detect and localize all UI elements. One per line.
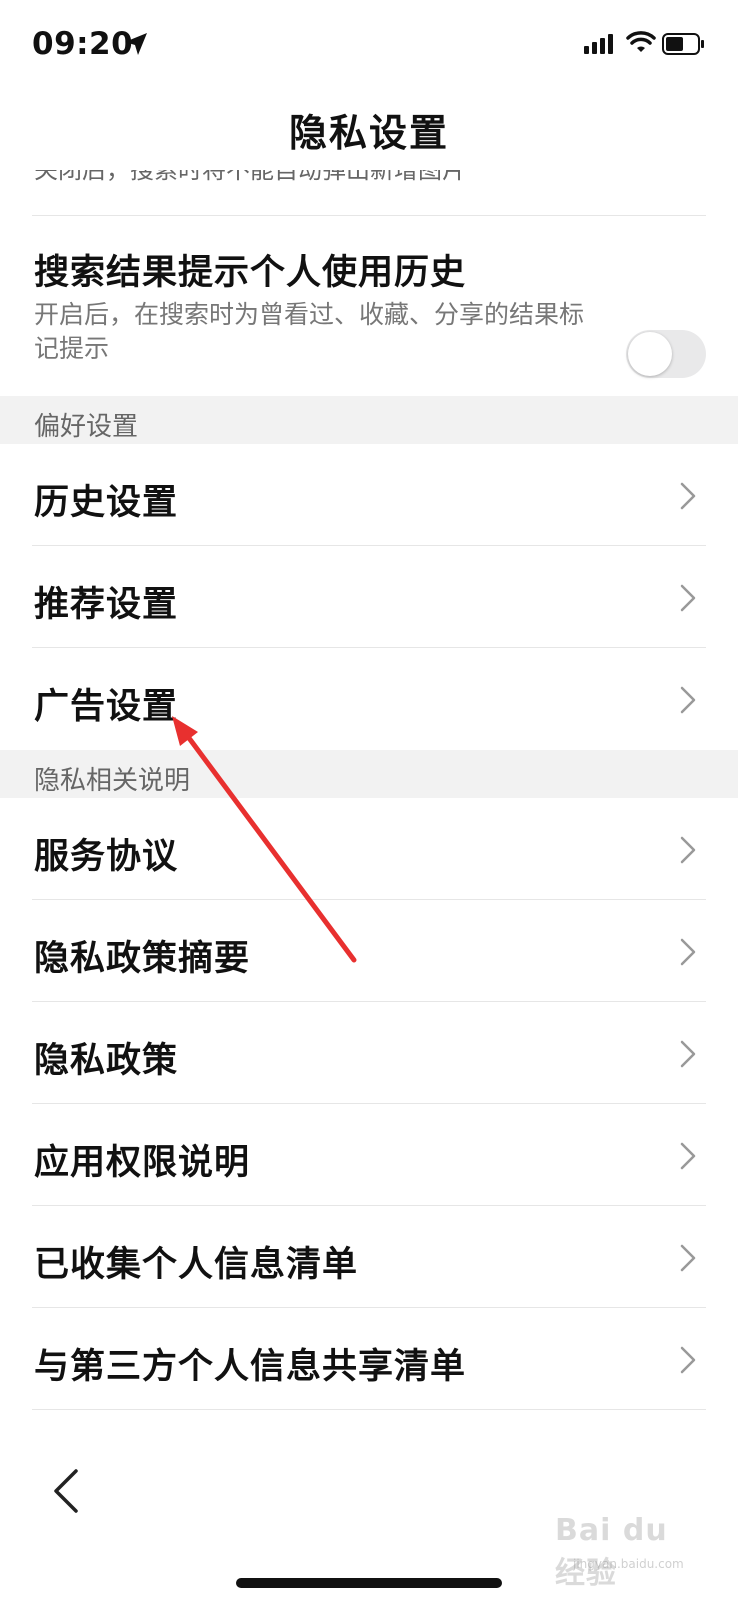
- watermark-text: Bai du 经验: [555, 1513, 668, 1591]
- row-label: 隐私政策: [34, 1041, 179, 1081]
- chevron-right-icon: [680, 938, 696, 966]
- row-app-permissions[interactable]: 应用权限说明: [0, 1104, 738, 1206]
- chevron-right-icon: [680, 1346, 696, 1374]
- status-bar: 09:20: [0, 0, 738, 90]
- settings-list[interactable]: 关闭后，搜索时将不能自动弹出新增图片 搜索结果提示个人使用历史 开启后，在搜索时…: [0, 170, 738, 1435]
- page-title: 隐私设置: [288, 111, 449, 155]
- watermark-url: jingyan.baidu.com: [573, 1557, 684, 1571]
- chevron-right-icon: [680, 1142, 696, 1170]
- row-label: 已收集个人信息清单: [34, 1245, 359, 1285]
- row-service-agreement[interactable]: 服务协议: [0, 798, 738, 900]
- row-label: 应用权限说明: [34, 1143, 251, 1183]
- row-history-settings[interactable]: 历史设置: [0, 444, 738, 546]
- partially-hidden-description: 关闭后，搜索时将不能自动弹出新增图片: [34, 170, 466, 184]
- section-header-privacy-notes: 隐私相关说明: [0, 750, 738, 798]
- row-label: 历史设置: [34, 483, 179, 523]
- row-recommendation-settings[interactable]: 推荐设置: [0, 546, 738, 648]
- row-collected-info-list[interactable]: 已收集个人信息清单: [0, 1206, 738, 1308]
- search-history-hint-setting: 搜索结果提示个人使用历史 开启后，在搜索时为曾看过、收藏、分享的结果标记提示: [0, 216, 738, 396]
- search-history-hint-toggle[interactable]: [626, 330, 706, 378]
- divider: [32, 1409, 706, 1410]
- row-label: 推荐设置: [34, 585, 179, 625]
- row-label: 服务协议: [34, 837, 179, 877]
- chevron-right-icon: [680, 836, 696, 864]
- row-label: 隐私政策摘要: [34, 939, 251, 979]
- cellular-signal-icon: [584, 34, 613, 54]
- partially-hidden-setting: 关闭后，搜索时将不能自动弹出新增图片: [0, 170, 738, 196]
- chevron-right-icon: [680, 482, 696, 510]
- row-label: 与第三方个人信息共享清单: [34, 1347, 467, 1387]
- chevron-right-icon: [680, 584, 696, 612]
- chevron-right-icon: [680, 1040, 696, 1068]
- back-arrow-icon[interactable]: [44, 1463, 90, 1519]
- row-privacy-policy[interactable]: 隐私政策: [0, 1002, 738, 1104]
- baidu-jingyan-watermark: Bai du 经验 jingyan.baidu.com: [555, 1505, 705, 1591]
- section-label: 隐私相关说明: [34, 766, 191, 796]
- home-indicator[interactable]: [236, 1578, 502, 1588]
- row-third-party-sharing-list[interactable]: 与第三方个人信息共享清单: [0, 1308, 738, 1410]
- battery-icon: [662, 33, 704, 55]
- row-privacy-policy-summary[interactable]: 隐私政策摘要: [0, 900, 738, 1002]
- toggle-setting-title: 搜索结果提示个人使用历史: [34, 253, 467, 293]
- location-arrow-icon: [125, 33, 147, 55]
- status-time: 09:20: [32, 26, 134, 62]
- bottom-toolbar: Bai du 经验 jingyan.baidu.com: [0, 1435, 738, 1600]
- section-label: 偏好设置: [34, 412, 139, 442]
- section-header-preferences: 偏好设置: [0, 396, 738, 444]
- chevron-right-icon: [680, 686, 696, 714]
- wifi-icon: [626, 31, 656, 52]
- toggle-knob: [628, 332, 672, 376]
- toggle-setting-description: 开启后，在搜索时为曾看过、收藏、分享的结果标记提示: [34, 300, 585, 363]
- chevron-right-icon: [680, 1244, 696, 1272]
- row-label: 广告设置: [34, 687, 179, 727]
- navigation-bar: 隐私设置: [0, 90, 738, 170]
- row-ad-settings[interactable]: 广告设置: [0, 648, 738, 750]
